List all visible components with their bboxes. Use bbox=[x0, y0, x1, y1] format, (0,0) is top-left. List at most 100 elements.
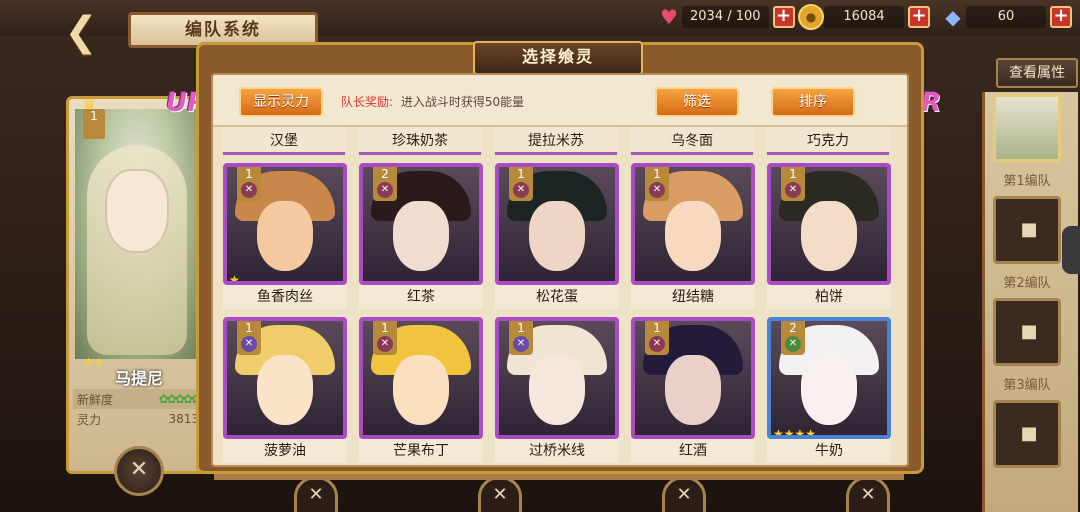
level-badge: 1 ✕ bbox=[373, 321, 397, 355]
level-value: 1 bbox=[381, 321, 389, 335]
portrait-face bbox=[529, 355, 585, 425]
view-attributes-button[interactable]: 查看属性 bbox=[996, 58, 1078, 88]
heart-icon: ♥ bbox=[660, 5, 678, 29]
team-4-slot[interactable]: ■ bbox=[993, 400, 1061, 468]
team-leader-card[interactable]: ♛ 1 ★★ 马提尼 新鲜度 ✿✿✿✿✿ 灵力 3813 bbox=[66, 96, 206, 474]
element-icon: ✕ bbox=[785, 336, 801, 352]
rarity-stars: ★★★★ bbox=[773, 427, 817, 439]
character-card[interactable]: 1 ✕ 纽结糖 bbox=[631, 163, 755, 309]
element-icon: ✕ bbox=[377, 336, 393, 352]
remove-slot-icon[interactable]: ✕ bbox=[846, 476, 890, 512]
leader-bonus-label: 队长奖励: bbox=[341, 95, 394, 109]
level-value: 2 bbox=[381, 167, 389, 181]
list-item[interactable]: 巧克力 bbox=[767, 127, 889, 155]
character-card[interactable]: 2 ✕ ★★★★ 牛奶 bbox=[767, 317, 891, 463]
modal-toolbar: 显示灵力 队长奖励: 进入战斗时获得50能量 筛选 排序 bbox=[213, 75, 907, 127]
leaf-icon: ✿✿✿✿✿ bbox=[158, 392, 201, 406]
card-frame: 1 ✕ ★ bbox=[223, 163, 347, 285]
character-card[interactable]: 1 ✕ 松花蛋 bbox=[495, 163, 619, 309]
level-value: 1 bbox=[789, 167, 797, 181]
team-1-slot[interactable] bbox=[993, 94, 1061, 162]
leader-bonus-text: 进入战斗时获得50能量 bbox=[400, 95, 525, 109]
list-item[interactable]: 汉堡 bbox=[223, 127, 345, 155]
portrait-face bbox=[665, 201, 721, 271]
character-card[interactable]: 1 ✕ 红酒 bbox=[631, 317, 755, 463]
character-name: 芒果布丁 bbox=[359, 439, 483, 463]
gem-value: 60 bbox=[966, 6, 1046, 28]
freshness-row: 新鲜度 ✿✿✿✿✿ bbox=[73, 389, 203, 409]
list-item[interactable]: 提拉米苏 bbox=[495, 127, 617, 155]
remove-slot-icon[interactable]: ✕ bbox=[478, 476, 522, 512]
freshness-label: 新鲜度 bbox=[77, 392, 114, 407]
filter-button[interactable]: 筛选 bbox=[655, 87, 739, 117]
back-arrow-icon[interactable]: ❮ bbox=[52, 10, 110, 54]
card-frame: 1 ✕ bbox=[223, 317, 347, 439]
portrait-face bbox=[665, 355, 721, 425]
lock-icon: ■ bbox=[1020, 321, 1038, 342]
sort-button[interactable]: 排序 bbox=[771, 87, 855, 117]
card-frame: 1 ✕ bbox=[631, 317, 755, 439]
team-3-slot[interactable]: ■ bbox=[993, 298, 1061, 366]
team-3-label: 第3编队 bbox=[1003, 378, 1051, 393]
character-name: 红酒 bbox=[631, 439, 755, 463]
team-rail: 第1编队 ■ 第2编队 ■ 第3编队 ■ bbox=[982, 92, 1078, 512]
leader-name: 马提尼 bbox=[114, 369, 163, 388]
list-item[interactable]: 乌冬面 bbox=[631, 127, 753, 155]
character-name: 柏饼 bbox=[767, 285, 891, 309]
level-badge: 1 ✕ bbox=[645, 167, 669, 201]
level-badge: 1 ✕ bbox=[509, 167, 533, 201]
level-badge: 1 ✕ bbox=[645, 321, 669, 355]
leader-portrait bbox=[75, 109, 201, 359]
team-2-slot[interactable]: ■ bbox=[993, 196, 1061, 264]
lock-icon: ■ bbox=[1020, 423, 1038, 444]
remove-slot-icon[interactable]: ✕ bbox=[662, 476, 706, 512]
coin-icon: ● bbox=[798, 4, 824, 30]
element-icon: ✕ bbox=[513, 336, 529, 352]
portrait-face bbox=[257, 355, 313, 425]
leader-stats: 新鲜度 ✿✿✿✿✿ 灵力 3813 bbox=[73, 389, 203, 429]
fork-knife-icon[interactable]: ✕ bbox=[114, 446, 164, 496]
gem-icon: ◆ bbox=[945, 5, 961, 29]
power-label: 灵力 bbox=[77, 412, 102, 427]
card-frame: 1 ✕ bbox=[767, 163, 891, 285]
card-frame: 1 ✕ bbox=[359, 317, 483, 439]
stamina-value: 2034 / 100 bbox=[682, 6, 769, 28]
show-power-button[interactable]: 显示灵力 bbox=[239, 87, 323, 117]
character-card[interactable]: 1 ✕ 芒果布丁 bbox=[359, 317, 483, 463]
element-icon: ✕ bbox=[785, 182, 801, 198]
level-value: 1 bbox=[653, 167, 661, 181]
character-name: 纽结糖 bbox=[631, 285, 755, 309]
character-name: 红茶 bbox=[359, 285, 483, 309]
character-card[interactable]: 1 ✕ ★ 鱼香肉丝 bbox=[223, 163, 347, 309]
add-coin-button[interactable]: + bbox=[908, 6, 930, 28]
add-stamina-button[interactable]: + bbox=[772, 6, 795, 28]
modal-content: 显示灵力 队长奖励: 进入战斗时获得50能量 筛选 排序 汉堡 珍珠奶茶 提拉米… bbox=[211, 73, 909, 467]
card-frame: 1 ✕ bbox=[631, 163, 755, 285]
remove-slot-icon[interactable]: ✕ bbox=[294, 476, 338, 512]
character-card[interactable]: 1 ✕ 柏饼 bbox=[767, 163, 891, 309]
coin-counter: ● 16084 + bbox=[798, 4, 930, 30]
element-icon: ✕ bbox=[649, 336, 665, 352]
modal-bottom-edge bbox=[214, 474, 904, 480]
character-card[interactable]: 1 ✕ 过桥米线 bbox=[495, 317, 619, 463]
level-value: 1 bbox=[245, 321, 253, 335]
level-badge: 1 ✕ bbox=[237, 321, 261, 355]
list-item[interactable]: 珍珠奶茶 bbox=[359, 127, 481, 155]
element-icon: ✕ bbox=[241, 336, 257, 352]
portrait-face bbox=[801, 355, 857, 425]
level-badge: 2 ✕ bbox=[373, 167, 397, 201]
character-card[interactable]: 1 ✕ 菠萝油 bbox=[223, 317, 347, 463]
modal-title: 选择飨灵 bbox=[473, 41, 643, 75]
coin-value: 16084 bbox=[824, 6, 904, 28]
level-badge: 1 ✕ bbox=[509, 321, 533, 355]
stamina-counter: ♥ 2034 / 100 + bbox=[656, 4, 795, 30]
card-frame: 1 ✕ bbox=[495, 163, 619, 285]
element-icon: ✕ bbox=[241, 182, 257, 198]
add-gem-button[interactable]: + bbox=[1050, 6, 1072, 28]
select-character-modal: 选择飨灵 显示灵力 队长奖励: 进入战斗时获得50能量 筛选 排序 汉堡 珍珠奶… bbox=[196, 41, 924, 474]
character-name: 鱼香肉丝 bbox=[223, 285, 347, 309]
character-card[interactable]: 2 ✕ 红茶 bbox=[359, 163, 483, 309]
portrait-face bbox=[105, 169, 169, 253]
leader-bonus: 队长奖励: 进入战斗时获得50能量 bbox=[341, 93, 524, 110]
side-scroll-handle[interactable] bbox=[1062, 226, 1080, 274]
